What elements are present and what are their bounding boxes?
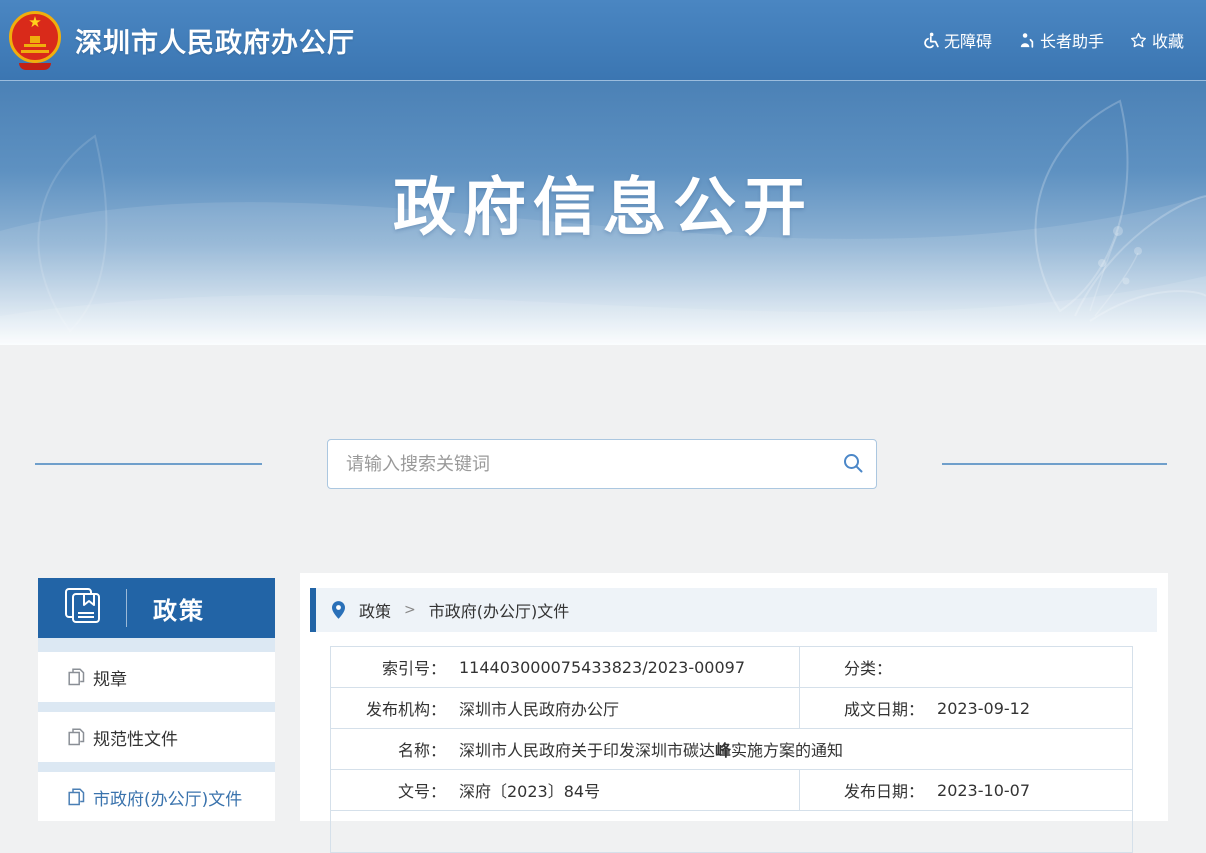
issuing-agency-label: 发布机构：: [351, 696, 446, 720]
location-pin-icon: [332, 601, 345, 619]
written-date-value: 2023-09-12: [937, 699, 1030, 718]
content-section: 政策 规章 规范性文件: [0, 345, 1206, 821]
index-number-label: 索引号：: [351, 655, 446, 679]
national-emblem-icon: ★: [9, 11, 61, 63]
document-name-label: 名称：: [351, 737, 446, 761]
sidebar-title: 政策: [153, 591, 205, 626]
table-row: 索引号： 114403000075433823/2023-00097 分类：: [331, 647, 1132, 688]
decorative-line-right: [942, 463, 1167, 465]
sidebar-item-municipal-documents[interactable]: 市政府(办公厅)文件: [38, 772, 275, 821]
elder-assistant-label: 长者助手: [1040, 28, 1104, 52]
book-icon: [64, 587, 104, 629]
national-emblem-logo[interactable]: ★: [8, 10, 62, 70]
page-title: 政府信息公开: [0, 81, 1206, 248]
topbar-links: 无障碍 长者助手 收藏: [922, 28, 1184, 52]
written-date-label: 成文日期：: [844, 696, 924, 720]
accessibility-icon: [922, 32, 939, 49]
search-icon: [842, 452, 864, 477]
issuing-agency-value: 深圳市人民政府办公厅: [459, 696, 619, 720]
sidebar-items: 规章 规范性文件 市政府(办公厅)文件: [38, 638, 275, 821]
page-banner: 政府信息公开: [0, 81, 1206, 345]
accessibility-label: 无障碍: [944, 28, 992, 52]
search-input[interactable]: [328, 440, 830, 488]
decorative-line-left: [35, 463, 262, 465]
document-icon: [68, 668, 85, 686]
breadcrumb-item-current: 市政府(办公厅)文件: [429, 598, 570, 622]
site-title[interactable]: 深圳市人民政府办公厅: [75, 21, 355, 60]
main-content-card: 政策 > 市政府(办公厅)文件 索引号： 114403000075433823/…: [300, 573, 1168, 821]
document-number-value: 深府〔2023〕84号: [459, 778, 600, 802]
publish-date-label: 发布日期：: [844, 778, 924, 802]
elder-assistant-link[interactable]: 长者助手: [1018, 28, 1104, 52]
sidebar-item-label: 规章: [93, 665, 127, 690]
breadcrumb-item-policy[interactable]: 政策: [359, 598, 391, 622]
top-header-bar: ★ 深圳市人民政府办公厅 无障碍: [0, 0, 1206, 81]
publish-date-value: 2023-10-07: [937, 781, 1030, 800]
sidebar-item-regulations[interactable]: 规章: [38, 652, 275, 702]
sidebar-item-label: 市政府(办公厅)文件: [93, 785, 242, 810]
document-icon: [68, 728, 85, 746]
breadcrumb: 政策 > 市政府(办公厅)文件: [310, 588, 1157, 632]
table-row-partial: [331, 811, 1132, 852]
elder-assistant-icon: [1018, 32, 1035, 49]
table-row: 发布机构： 深圳市人民政府办公厅 成文日期： 2023-09-12: [331, 688, 1132, 729]
document-icon: [68, 788, 85, 806]
favorite-link[interactable]: 收藏: [1130, 28, 1184, 52]
favorite-label: 收藏: [1152, 28, 1184, 52]
category-label: 分类：: [844, 655, 892, 679]
star-icon: [1130, 32, 1147, 49]
sidebar-item-label: 规范性文件: [93, 725, 178, 750]
sidebar-header-divider: [126, 589, 127, 627]
table-row: 文号： 深府〔2023〕84号 发布日期： 2023-10-07: [331, 770, 1132, 811]
index-number-value: 114403000075433823/2023-00097: [459, 658, 745, 677]
search-button[interactable]: [830, 440, 876, 488]
document-meta-table: 索引号： 114403000075433823/2023-00097 分类： 发…: [330, 646, 1133, 853]
document-name-value: 深圳市人民政府关于印发深圳市碳达峰实施方案的通知: [459, 737, 843, 761]
accessibility-link[interactable]: 无障碍: [922, 28, 992, 52]
search-box: [327, 439, 877, 489]
table-row: 名称： 深圳市人民政府关于印发深圳市碳达峰实施方案的通知: [331, 729, 1132, 770]
sidebar-header: 政策: [38, 578, 275, 638]
document-number-label: 文号：: [351, 778, 446, 802]
breadcrumb-separator: >: [404, 602, 416, 618]
sidebar-item-normative-documents[interactable]: 规范性文件: [38, 712, 275, 762]
highlighted-keyword: 峰: [715, 741, 731, 760]
policy-sidebar: 政策 规章 规范性文件: [38, 578, 275, 821]
